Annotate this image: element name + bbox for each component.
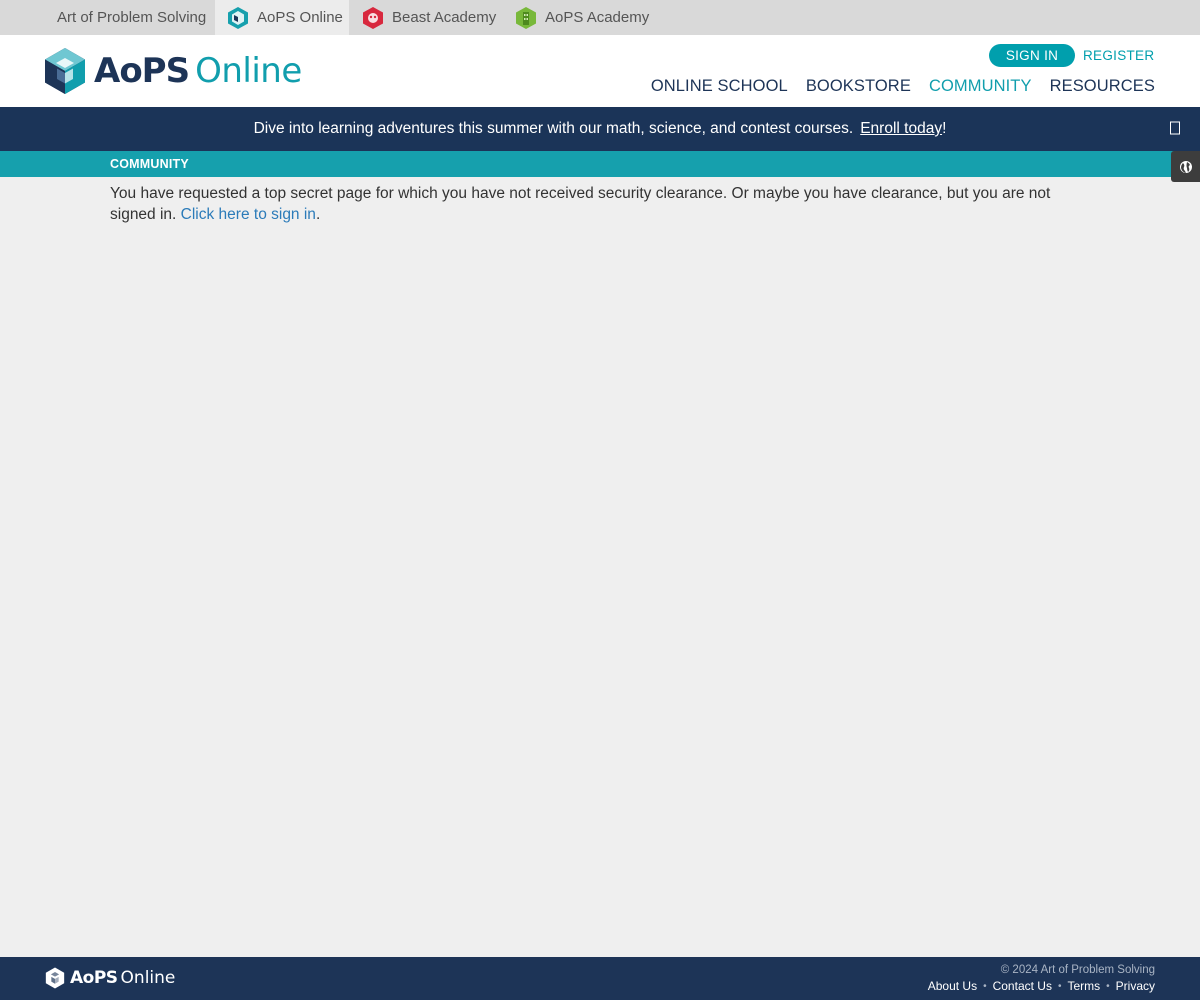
footer-separator: • — [1106, 980, 1110, 992]
banner-suffix: ! — [942, 120, 947, 137]
message-suffix: . — [315, 206, 321, 223]
register-link[interactable]: REGISTER — [1083, 44, 1154, 67]
close-icon[interactable] — [1170, 121, 1180, 135]
aops-cube-logo-icon — [45, 967, 65, 989]
sign-in-link[interactable]: Click here to sign in — [181, 206, 316, 223]
footer-link-contact-us[interactable]: Contact Us — [993, 979, 1052, 993]
enroll-today-link[interactable]: Enroll today — [860, 120, 942, 138]
aops-cube-logo-icon — [45, 48, 85, 94]
footer-logo-aops-text: AoPS — [70, 968, 118, 988]
footer-separator: • — [1057, 980, 1062, 992]
footer-logo-online-text: Online — [120, 968, 176, 988]
globe-button[interactable] — [1171, 151, 1200, 182]
nav-bookstore[interactable]: BOOKSTORE — [806, 77, 911, 96]
footer-links: About Us • Contact Us • Terms • Privacy — [928, 979, 1155, 993]
site-header: AoPS Online SIGN IN REGISTER ONLINE SCHO… — [0, 35, 1200, 107]
banner-text: Dive into learning adventures this summe… — [253, 120, 854, 137]
site-tab-aops-academy[interactable]: AoPS Academy — [515, 0, 649, 35]
logo-aops-text: AoPS — [94, 51, 190, 91]
aops-academy-icon — [516, 6, 536, 29]
site-tab-label: Art of Problem Solving — [57, 9, 207, 26]
section-title: COMMUNITY — [110, 157, 189, 171]
site-tab-label: Beast Academy — [392, 9, 497, 26]
beast-academy-icon — [363, 6, 383, 29]
globe-icon — [1179, 160, 1192, 173]
nav-community[interactable]: COMMUNITY — [929, 77, 1032, 96]
footer-link-terms[interactable]: Terms — [1067, 979, 1100, 993]
promo-banner: Dive into learning adventures this summe… — [0, 107, 1200, 151]
logo-online-text: Online — [195, 51, 302, 91]
aops-online-logo[interactable]: AoPS Online — [44, 47, 302, 95]
footer-separator: • — [983, 980, 987, 992]
site-tab-aops-online[interactable]: AoPS Online — [215, 0, 349, 35]
nav-resources[interactable]: RESOURCES — [1050, 77, 1155, 96]
main-nav: ONLINE SCHOOL BOOKSTORE COMMUNITY RESOUR… — [651, 77, 1155, 96]
site-tab-label: AoPS Online — [257, 9, 343, 26]
site-tab-beast-academy[interactable]: Beast Academy — [362, 0, 496, 35]
access-denied-message: You have requested a top secret page for… — [110, 183, 1070, 225]
site-footer: AoPS Online © 2024 Art of Problem Solvin… — [0, 957, 1200, 1000]
aops-online-icon — [228, 6, 248, 29]
sign-in-button[interactable]: SIGN IN — [989, 44, 1075, 67]
nav-online-school[interactable]: ONLINE SCHOOL — [651, 77, 788, 96]
site-switcher-bar: Art of Problem Solving AoPS Online Beast… — [0, 0, 1200, 35]
footer-link-about-us[interactable]: About Us — [928, 979, 977, 993]
site-tab-art-of-problem-solving[interactable]: Art of Problem Solving — [57, 0, 206, 35]
site-tab-label: AoPS Academy — [545, 9, 650, 26]
section-header-bar: COMMUNITY — [0, 151, 1200, 177]
copyright-text: © 2024 Art of Problem Solving — [1000, 964, 1155, 976]
footer-link-privacy[interactable]: Privacy — [1116, 979, 1155, 993]
footer-logo[interactable]: AoPS Online — [45, 967, 175, 989]
